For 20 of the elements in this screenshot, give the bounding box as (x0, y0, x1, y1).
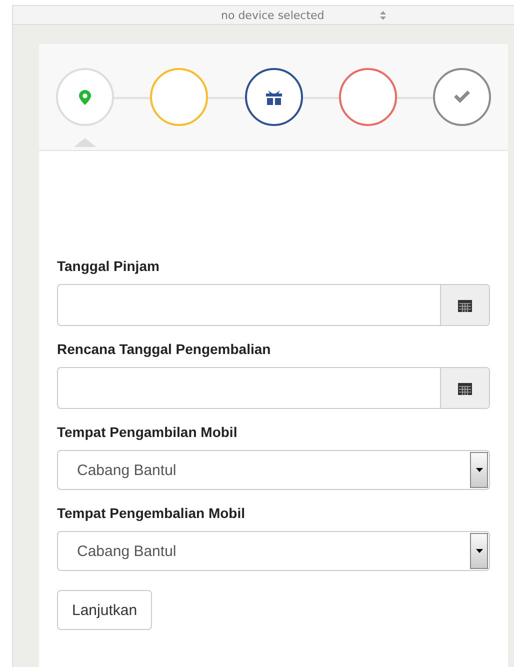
select-field[interactable]: Cabang Bantul (57, 450, 490, 490)
updown-icon (380, 10, 386, 20)
check-icon (453, 90, 471, 104)
field-label: Tanggal Pinjam (57, 258, 160, 274)
date-field[interactable] (57, 284, 490, 326)
continue-button[interactable]: Lanjutkan (57, 590, 152, 630)
field-label: Tempat Pengembalian Mobil (57, 505, 246, 521)
gift-icon (264, 88, 282, 106)
calendar-icon (458, 298, 472, 312)
select-field[interactable]: Cabang Bantul (57, 531, 490, 571)
calendar-icon (458, 382, 472, 394)
date-field[interactable] (57, 367, 490, 409)
map-pin-icon (79, 90, 91, 104)
field-label: Tempat Pengambilan Mobil (57, 424, 238, 440)
field-label: Rencana Tanggal Pengembalian (57, 341, 272, 357)
calendar-button[interactable] (440, 368, 489, 408)
dropdown-arrow-icon (476, 549, 482, 553)
calendar-button[interactable] (440, 285, 489, 325)
device-selector[interactable]: no device selected (221, 8, 324, 22)
dropdown-arrow-icon (476, 468, 482, 472)
